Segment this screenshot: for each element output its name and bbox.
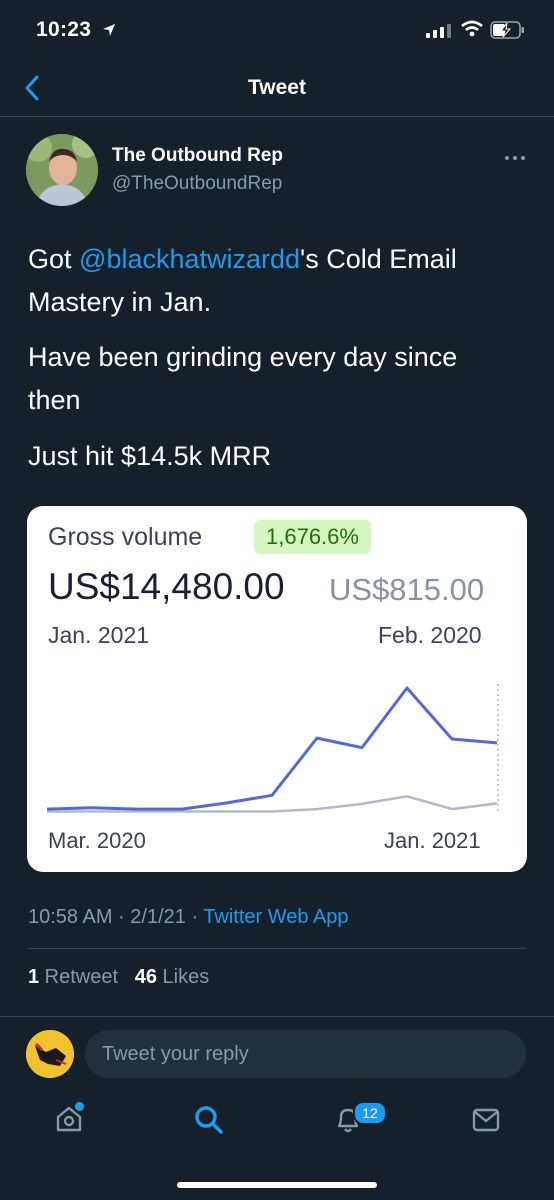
mail-icon[interactable] — [472, 1108, 500, 1132]
tweet-time: 10:58 AM · 2/1/21 · — [28, 906, 204, 928]
tweet-timestamp: 10:58 AM · 2/1/21 · Twitter Web App — [28, 906, 349, 929]
gross-volume-chart — [46, 684, 499, 813]
battery-charging-icon — [490, 21, 524, 39]
home-unread-dot — [75, 1102, 84, 1111]
reply-placeholder: Tweet your reply — [102, 1043, 249, 1065]
tweet-source-link[interactable]: Twitter Web App — [203, 906, 348, 928]
gross-volume-label: Gross volume — [48, 523, 203, 551]
retweets-stat[interactable]: 1 Retweet — [28, 966, 118, 988]
tweet-text-line: Mastery in Jan. — [28, 287, 212, 317]
reply-divider — [0, 1016, 554, 1017]
avatar-image — [26, 134, 98, 206]
status-time: 10:23 — [36, 18, 92, 41]
cellular-signal-icon — [426, 24, 451, 38]
x-tick-label-start: Mar. 2020 — [48, 828, 146, 853]
notifications-badge: 12 — [353, 1101, 387, 1125]
home-indicator — [177, 1182, 377, 1188]
author-avatar[interactable] — [26, 134, 98, 206]
location-arrow-icon — [103, 24, 115, 36]
chart-series-current — [46, 686, 498, 811]
tweet-image-card[interactable]: Gross volume 1,676.6% US$14,480.00 US$81… — [27, 506, 527, 872]
previous-period: Feb. 2020 — [378, 622, 482, 648]
like-count: 46 — [134, 966, 157, 988]
current-period: Jan. 2021 — [48, 622, 150, 648]
mention-link[interactable]: @blackhatwizardd — [79, 244, 300, 274]
tweet-text-segment: Got — [28, 244, 80, 274]
current-value: US$14,480.00 — [48, 566, 285, 607]
x-tick-label-end: Jan. 2021 — [384, 828, 481, 853]
page-title: Tweet — [248, 76, 306, 99]
user-avatar[interactable] — [26, 1030, 74, 1078]
likes-stat[interactable]: 46 Likes — [135, 966, 210, 988]
tweet-text-line: Got @blackhatwizardd's Cold Email — [28, 238, 508, 281]
user-avatar-image — [26, 1030, 74, 1078]
previous-value: US$815.00 — [329, 572, 485, 607]
likes-label: Likes — [156, 966, 210, 988]
tweet-stats: 1 Retweet 46 Likes — [28, 966, 209, 989]
wifi-icon — [461, 20, 483, 37]
author-name[interactable]: The Outbound Rep — [112, 145, 283, 167]
retweet-label: Retweet — [39, 966, 119, 988]
nav-divider — [0, 116, 554, 117]
more-icon[interactable] — [504, 155, 526, 161]
growth-badge: 1,676.6% — [254, 520, 371, 554]
tweet-text-segment: 's Cold Email — [300, 244, 457, 274]
meta-divider — [28, 948, 526, 949]
tweet-text-line: then — [28, 385, 81, 415]
retweet-count: 1 — [28, 966, 40, 988]
author-handle[interactable]: @TheOutboundRep — [112, 173, 282, 195]
search-icon[interactable] — [193, 1104, 225, 1136]
tweet-text-line: Have been grinding every day since — [28, 342, 458, 372]
tweet-text-line: Just hit $14.5k MRR — [28, 441, 272, 471]
